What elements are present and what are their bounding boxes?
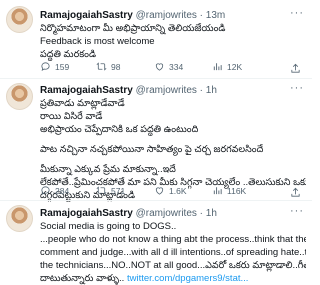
tweet-3[interactable]: RamajogaiahSastry @ramjowrites · 1h ··· … <box>0 201 312 284</box>
views-count: 116K <box>227 185 247 196</box>
reply-icon <box>41 186 50 196</box>
tweet-1[interactable]: RamajogaiahSastry @ramjowrites · 13m ···… <box>0 0 312 76</box>
tweet-header: RamajogaiahSastry @ramjowrites · 13m <box>40 10 225 21</box>
text-line: Social media is going to DOGS.. <box>40 221 177 232</box>
author-name[interactable]: RamajogaiahSastry <box>40 85 133 96</box>
text-line: మీకున్నా ఎక్కువ ప్రేమ మాకున్నా..ఇదే <box>40 164 176 175</box>
text-line: ప్రతివాడు మాట్లాడేవాడే <box>40 98 125 109</box>
text-fragment: దాటుతున్నారు వాళ్ళు.. <box>40 273 125 284</box>
like-count: 1.6K <box>169 185 187 196</box>
more-icon[interactable]: ··· <box>290 7 304 19</box>
avatar[interactable] <box>6 6 33 33</box>
separator: · <box>199 85 204 96</box>
retweet-icon <box>96 62 107 71</box>
timestamp[interactable]: 1h <box>206 208 217 219</box>
tweet-2[interactable]: RamajogaiahSastry @ramjowrites · 1h ··· … <box>0 79 312 201</box>
timestamp[interactable]: 13m <box>206 10 225 21</box>
text-line: రాయి విసిరే వాడే <box>40 111 103 122</box>
reply-button[interactable]: 159 <box>40 61 69 72</box>
views-chart-icon <box>213 187 222 195</box>
author-handle[interactable]: @ramjowrites <box>136 10 197 21</box>
reply-count: 159 <box>55 61 70 72</box>
timestamp[interactable]: 1h <box>206 85 217 96</box>
author-handle[interactable]: @ramjowrites <box>136 208 197 219</box>
author-name[interactable]: RamajogaiahSastry <box>40 10 133 21</box>
share-button[interactable] <box>290 61 301 79</box>
retweet-icon <box>96 186 107 195</box>
reply-button[interactable]: 284 <box>40 185 69 196</box>
retweet-count: 98 <box>111 61 121 72</box>
like-button[interactable]: 334 <box>154 61 183 72</box>
text-line: అభిప్రాయం చెప్పేదానికి ఒక పద్ధతి ఉంటుంది <box>40 124 199 135</box>
views-button[interactable]: 116K <box>212 185 246 196</box>
avatar[interactable] <box>6 83 33 110</box>
separator: · <box>199 208 204 219</box>
retweet-count: 571 <box>111 185 126 196</box>
text-line: పద్ధతి మరకండి <box>40 49 97 60</box>
share-icon <box>291 187 300 197</box>
tweet-link[interactable]: twitter.com/dpgamers9/stat... <box>127 273 248 284</box>
retweet-button[interactable]: 98 <box>96 61 120 72</box>
separator: · <box>199 10 204 21</box>
heart-icon <box>155 187 164 195</box>
more-icon[interactable]: ··· <box>290 82 304 94</box>
text-line: నిర్మొహమాటంగా మీ అభిప్రాయాన్ని తెలియజేయం… <box>40 23 226 34</box>
views-count: 12K <box>227 61 243 72</box>
retweet-button[interactable]: 571 <box>96 185 125 196</box>
views-chart-icon <box>213 63 222 71</box>
text-line: ...people who do not know a thing abt th… <box>40 234 306 245</box>
tweet-text: నిర్మొహమాటంగా మీ అభిప్రాయాన్ని తెలియజేయం… <box>40 22 306 61</box>
share-icon <box>291 63 300 73</box>
text-line: the technicians...NO..NOT at all good...… <box>40 260 306 271</box>
more-icon[interactable]: ··· <box>290 205 304 217</box>
tweet-header: RamajogaiahSastry @ramjowrites · 1h <box>40 208 217 219</box>
heart-icon <box>155 63 164 71</box>
action-bar: 284 571 1.6K 116K <box>40 185 302 197</box>
text-line: పాట నచ్చినా నచ్చకపోయినా సాహిత్యం పై చర్చ… <box>40 144 264 155</box>
avatar[interactable] <box>6 205 33 232</box>
tweet-header: RamajogaiahSastry @ramjowrites · 1h <box>40 85 217 96</box>
author-handle[interactable]: @ramjowrites <box>136 85 197 96</box>
like-count: 334 <box>169 61 184 72</box>
action-bar: 159 98 334 12K <box>40 61 302 73</box>
tweet-text: Social media is going to DOGS.. ...peopl… <box>40 220 306 285</box>
text-line: దాటుతున్నారు వాళ్ళు.. twitter.com/dpgame… <box>40 272 306 285</box>
reply-icon <box>41 62 50 72</box>
like-button[interactable]: 1.6K <box>154 185 187 196</box>
author-name[interactable]: RamajogaiahSastry <box>40 208 133 219</box>
views-button[interactable]: 12K <box>212 61 242 72</box>
text-line: Feedback is most welcome <box>40 36 155 47</box>
text-line: comment and judge...with all d ill inten… <box>40 247 306 258</box>
reply-count: 284 <box>55 185 70 196</box>
